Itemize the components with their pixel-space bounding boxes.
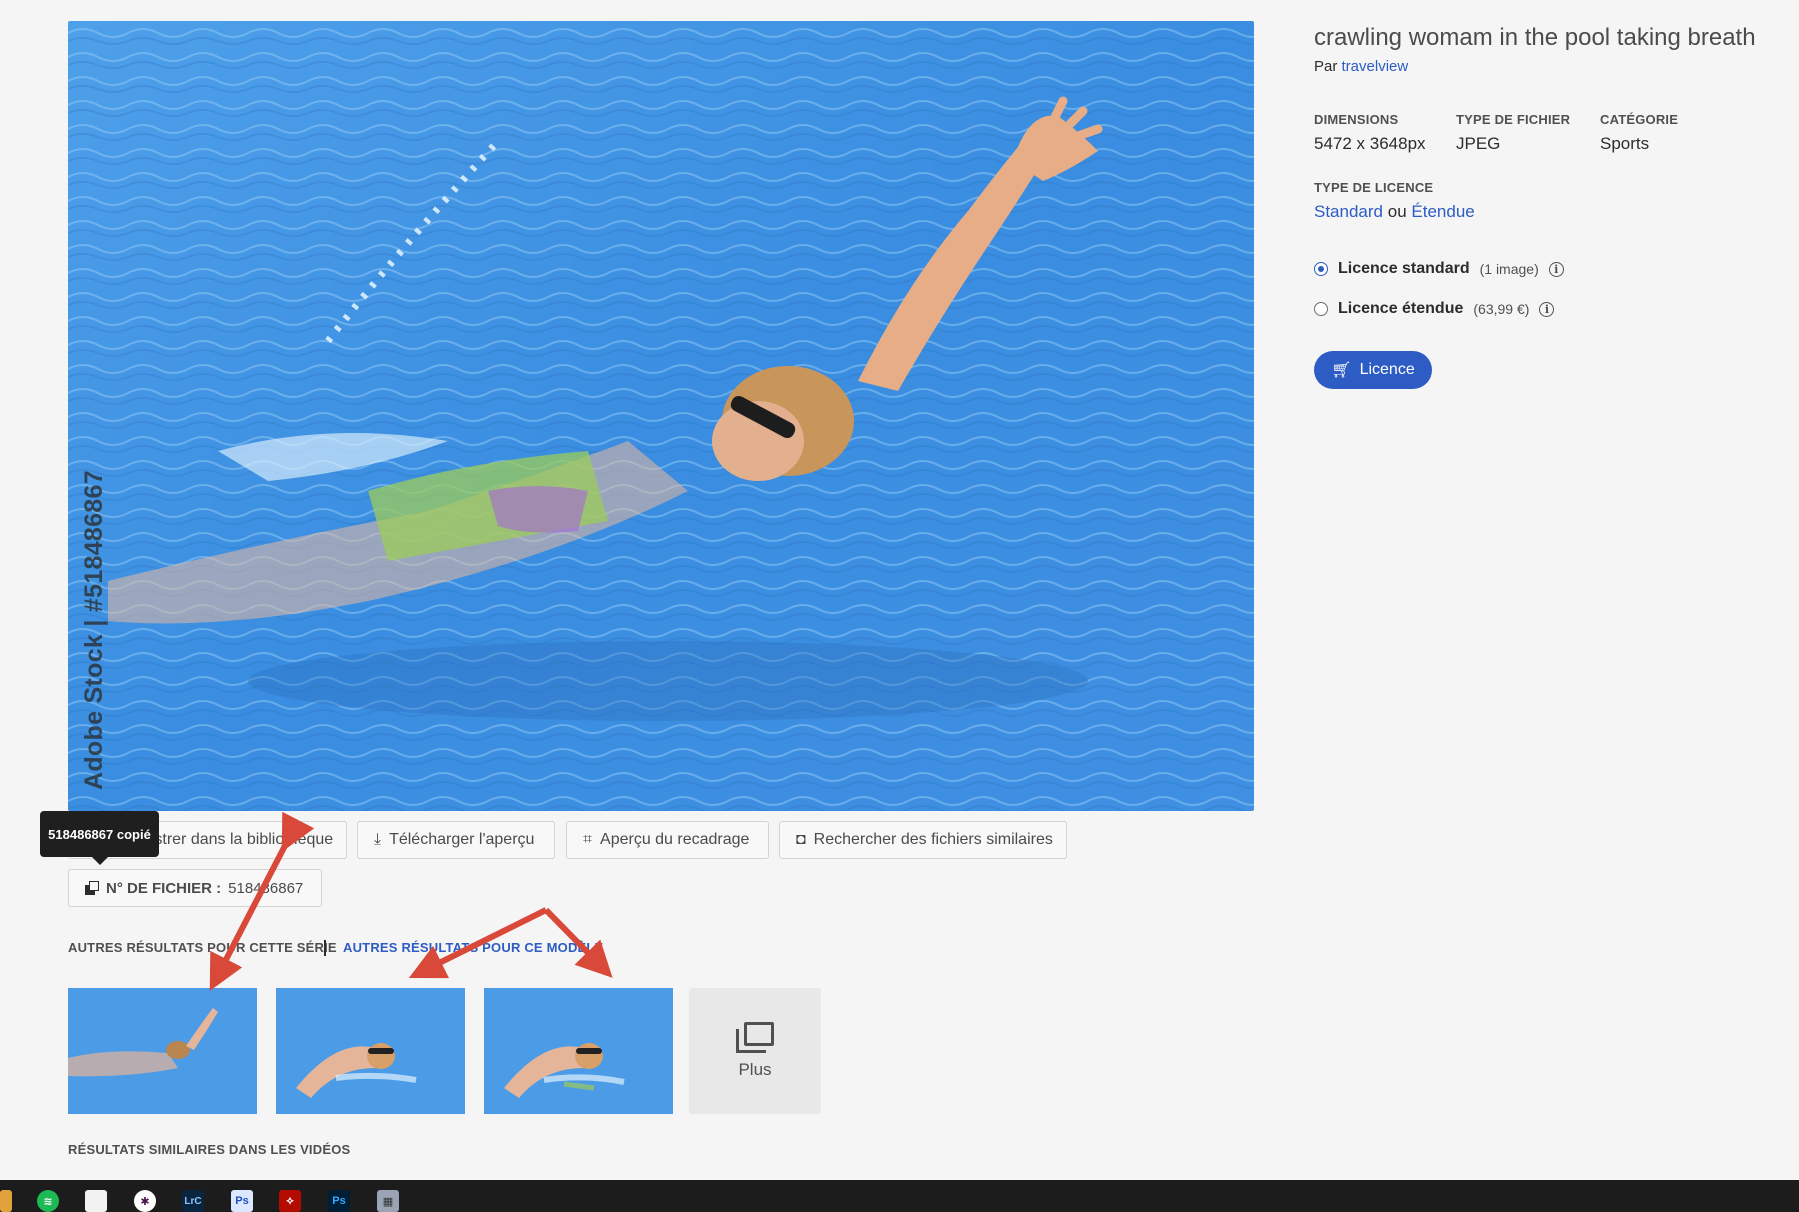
copy-icon [85,881,99,895]
related-thumbnail-3[interactable] [484,988,673,1114]
file-id-value: 518486867 [228,879,304,897]
related-thumbnail-1[interactable] [68,988,257,1114]
camera-icon: ◘ [796,831,806,848]
dimensions-value: 5472 x 3648px [1314,134,1426,153]
extended-license-link[interactable]: Étendue [1411,202,1474,221]
download-preview-button[interactable]: ⤓ Télécharger l'aperçu [357,821,555,859]
dimensions-label: DIMENSIONS [1314,112,1399,127]
license-option-sub: (63,99 €) [1473,301,1530,317]
license-type-label: TYPE DE LICENCE [1314,180,1434,195]
cart-icon: 🛒︎ [1331,362,1352,379]
model-results-tab[interactable]: AUTRES RÉSULTATS POUR CE MODÈLE [343,940,603,955]
filetype-label: TYPE DE FICHIER [1456,112,1571,127]
lightroom-classic-icon[interactable]: LrC [182,1190,204,1212]
download-preview-label: Télécharger l'aperçu [389,831,535,848]
radio-selected[interactable] [1314,262,1328,276]
standard-license-link[interactable]: Standard [1314,202,1383,221]
author-line: Par travelview [1314,58,1408,75]
photoshop-icon[interactable]: Ps [231,1190,253,1212]
preview-image[interactable] [68,21,1254,811]
by-prefix: Par [1314,58,1338,75]
file-id-label: N° DE FICHIER : [106,879,222,897]
find-similar-label: Rechercher des fichiers similaires [813,831,1053,848]
tab-separator [324,940,326,956]
photoshop-icon[interactable]: Ps [328,1190,350,1212]
find-similar-button[interactable]: ◘ Rechercher des fichiers similaires [779,821,1067,859]
crop-preview-button[interactable]: ⌗ Aperçu du recadrage [566,821,769,859]
more-results-button[interactable]: Plus [689,988,821,1114]
spotify-icon[interactable]: ≋ [37,1190,59,1212]
file-id-copy-button[interactable]: N° DE FICHIER : 518486867 [68,869,322,907]
license-button-label: Licence [1359,361,1415,378]
license-option-sub: (1 image) [1479,261,1539,277]
thumbnail-image [484,988,673,1114]
taskbar [0,1180,1799,1212]
video-results-heading: RÉSULTATS SIMILAIRES DANS LES VIDÉOS [68,1142,351,1157]
license-option-standard[interactable]: Licence standard (1 image) i [1314,260,1564,278]
license-type-value: Standard ou Étendue [1314,202,1475,222]
stack-icon [736,1022,774,1053]
info-icon[interactable]: i [1548,261,1564,277]
watermark-text: Adobe Stock | #518486867 [80,470,108,790]
thumbnail-image [68,988,257,1114]
license-option-label: Licence standard [1338,260,1470,277]
crop-preview-label: Aperçu du recadrage [600,831,750,848]
pool-swimmer-photo [68,21,1254,811]
acrobat-icon[interactable]: ⟡ [279,1190,301,1212]
asset-title: crawling womam in the pool taking breath [1314,24,1756,51]
license-option-extended[interactable]: Licence étendue (63,99 €) i [1314,300,1555,318]
more-label: Plus [738,1060,772,1079]
browser-icon[interactable] [0,1190,12,1212]
file-icon[interactable] [85,1190,107,1212]
license-button[interactable]: 🛒︎ Licence [1314,351,1432,389]
thumbnail-image [276,988,465,1114]
annotation-arrow [543,907,613,978]
related-thumbnail-2[interactable] [276,988,465,1114]
license-option-label: Licence étendue [1338,300,1464,317]
category-label: CATÉGORIE [1600,112,1679,127]
license-or: ou [1387,202,1407,221]
author-link[interactable]: travelview [1342,58,1409,75]
calculator-icon[interactable]: ▦ [377,1190,399,1212]
series-results-tab[interactable]: AUTRES RÉSULTATS POUR CETTE SÉRIE [68,940,337,955]
slack-icon[interactable]: ✱ [134,1190,156,1212]
radio-unselected[interactable] [1314,302,1328,316]
crop-icon: ⌗ [583,831,593,848]
copied-tooltip: 518486867 copié [40,811,159,865]
download-icon: ⤓ [374,831,382,848]
info-icon[interactable]: i [1539,301,1555,317]
filetype-value: JPEG [1456,134,1501,153]
category-link[interactable]: Sports [1600,134,1649,154]
